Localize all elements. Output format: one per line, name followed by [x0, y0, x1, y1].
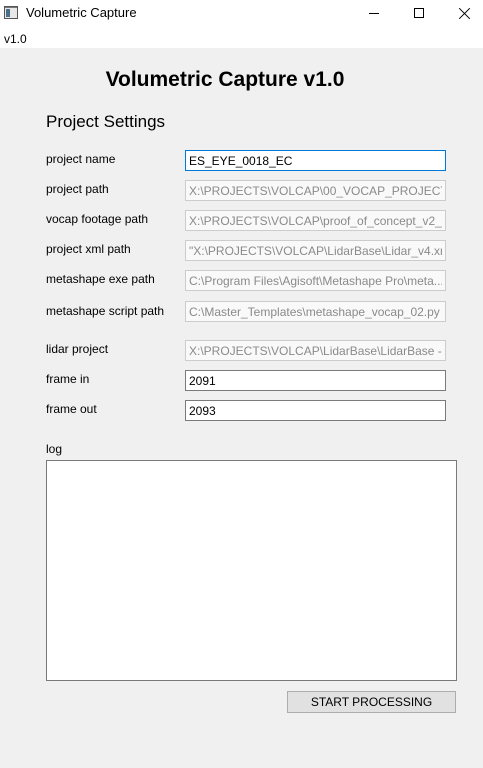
frame-out-input[interactable]	[185, 400, 446, 421]
title-bar: Volumetric Capture	[0, 0, 483, 26]
metashape-exe-path-input[interactable]	[185, 270, 446, 291]
section-title: Project Settings	[46, 112, 166, 131]
lidar-project-input[interactable]	[185, 340, 446, 361]
app-heading: Volumetric Capture v1.0	[105, 68, 345, 91]
app-window-icon	[4, 6, 18, 19]
menu-bar: v1.0	[0, 26, 483, 48]
metashape-script-path-label: metashape script path	[46, 304, 165, 318]
project-name-input[interactable]	[185, 150, 446, 171]
frame-out-label: frame out	[46, 402, 97, 416]
project-xml-path-label: project xml path	[46, 242, 131, 256]
log-textarea[interactable]	[46, 460, 457, 681]
maximize-button[interactable]	[396, 0, 442, 26]
start-processing-button[interactable]: START PROCESSING	[287, 691, 456, 713]
lidar-project-label: lidar project	[46, 342, 109, 356]
project-path-label: project path	[46, 182, 109, 196]
log-label: log	[46, 442, 63, 456]
frame-in-input[interactable]	[185, 370, 446, 391]
close-button[interactable]	[441, 0, 483, 26]
frame-in-label: frame in	[46, 372, 90, 386]
menu-version[interactable]: v1.0	[4, 32, 27, 46]
project-xml-path-input[interactable]	[185, 240, 446, 261]
project-name-label: project name	[46, 152, 116, 166]
metashape-script-path-input[interactable]	[185, 301, 446, 322]
vocap-footage-path-input[interactable]	[185, 210, 446, 231]
minimize-button[interactable]	[351, 0, 397, 26]
metashape-exe-path-label: metashape exe path	[46, 272, 155, 286]
minimize-icon	[369, 12, 379, 14]
vocap-footage-path-label: vocap footage path	[46, 212, 149, 226]
close-icon	[458, 7, 471, 20]
project-path-input[interactable]	[185, 180, 446, 201]
maximize-icon	[414, 8, 424, 18]
window-title: Volumetric Capture	[26, 5, 137, 20]
